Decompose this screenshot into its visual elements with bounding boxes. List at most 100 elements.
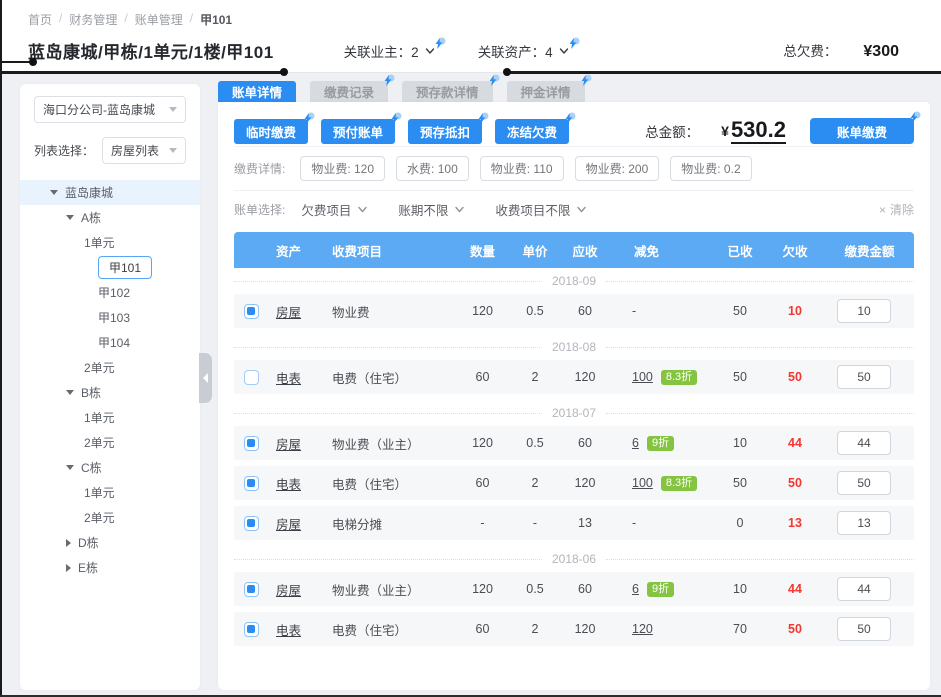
- row-checkbox-checked[interactable]: [244, 622, 259, 637]
- deduction-value[interactable]: 100: [632, 476, 653, 490]
- tab-账单详情[interactable]: 账单详情: [218, 81, 296, 102]
- tab-预存款详情[interactable]: 预存款详情: [402, 81, 493, 102]
- filter-dropdown-欠费项目[interactable]: 欠费项目: [301, 200, 368, 219]
- row-checkbox-checked[interactable]: [244, 516, 259, 531]
- sidebar-tree-item-2单元[interactable]: 2单元: [20, 505, 200, 530]
- asset-link[interactable]: 电表: [276, 478, 301, 492]
- arrears: 50: [765, 370, 825, 384]
- tab-押金详情[interactable]: 押金详情: [507, 81, 585, 102]
- tree-item-label: A栋: [81, 209, 101, 226]
- related-asset-toggle[interactable]: 关联资产：4: [478, 41, 570, 61]
- asset-link[interactable]: 房屋: [276, 518, 301, 532]
- row-checkbox-unchecked[interactable]: [244, 370, 259, 385]
- arrears: 50: [765, 622, 825, 636]
- sidebar-tree-item-甲102[interactable]: 甲102: [20, 280, 200, 305]
- chevron-down-icon: [169, 148, 177, 153]
- asset-link[interactable]: 电表: [276, 372, 301, 386]
- payment-amount-input[interactable]: [837, 365, 891, 389]
- sidebar-tree-item-甲104[interactable]: 甲104: [20, 330, 200, 355]
- sidebar-tree-item-甲103[interactable]: 甲103: [20, 305, 200, 330]
- quantity: 120: [455, 582, 510, 596]
- sidebar-tree-item-1单元[interactable]: 1单元: [20, 480, 200, 505]
- deduction-value[interactable]: 6: [632, 582, 639, 596]
- chevron-down-icon: [454, 204, 465, 215]
- sidebar-tree-item-蓝岛康城[interactable]: 蓝岛康城: [20, 180, 200, 205]
- row-checkbox-checked[interactable]: [244, 476, 259, 491]
- filter-dropdown-收费项目不限[interactable]: 收费项目不限: [495, 200, 587, 219]
- breadcrumb: 首页/财务管理/账单管理/甲101: [28, 11, 232, 28]
- action-button-预存抵扣[interactable]: 预存抵扣: [408, 119, 482, 144]
- sidebar-tree-item-2单元[interactable]: 2单元: [20, 355, 200, 380]
- tab-缴费记录[interactable]: 缴费记录: [310, 81, 388, 102]
- row-checkbox-checked[interactable]: [244, 304, 259, 319]
- asset-link[interactable]: 房屋: [276, 584, 301, 598]
- pay-bill-button[interactable]: 账单缴费: [810, 118, 914, 144]
- company-select[interactable]: 海口分公司-蓝岛康城: [34, 96, 186, 123]
- fee-item: 电费（住宅）: [318, 620, 455, 639]
- billing-period-label: 2018-08: [552, 340, 596, 354]
- payment-detail-chip: 物业费: 0.2: [670, 156, 751, 181]
- related-owner-toggle[interactable]: 关联业主：2: [344, 41, 436, 61]
- sidebar-tree-item-甲101[interactable]: 甲101: [20, 255, 200, 280]
- sidebar-tree-item-C栋[interactable]: C栋: [20, 455, 200, 480]
- sidebar-tree-item-1单元[interactable]: 1单元: [20, 230, 200, 255]
- payment-details-row: 缴费详情: 物业费: 120水费: 100物业费: 110物业费: 200物业费…: [234, 146, 914, 191]
- unit-price: 2: [510, 622, 560, 636]
- action-button-临时缴费[interactable]: 临时缴费: [234, 119, 308, 144]
- breadcrumb-separator: /: [59, 11, 62, 28]
- action-button-冻结欠费[interactable]: 冻结欠费: [495, 119, 569, 144]
- tree-item-label: 2单元: [84, 434, 115, 451]
- column-header-应收: 应收: [560, 241, 610, 260]
- sidebar-collapse-handle[interactable]: [199, 353, 212, 403]
- breadcrumb-item[interactable]: 账单管理: [135, 11, 183, 28]
- row-checkbox-checked[interactable]: [244, 582, 259, 597]
- unit-price: 2: [510, 476, 560, 490]
- sidebar-tree-item-A栋[interactable]: A栋: [20, 205, 200, 230]
- sidebar-tree-item-D栋[interactable]: D栋: [20, 530, 200, 555]
- payment-amount-input[interactable]: [837, 299, 891, 323]
- action-button-预付账单[interactable]: 预付账单: [321, 119, 395, 144]
- received: 50: [715, 370, 765, 384]
- asset-link[interactable]: 电表: [276, 624, 301, 638]
- tree-caret-icon: [66, 564, 71, 572]
- deduction-value[interactable]: 120: [632, 622, 653, 636]
- sidebar-tree-item-B栋[interactable]: B栋: [20, 380, 200, 405]
- quantity: 120: [455, 436, 510, 450]
- payment-amount-input[interactable]: [837, 471, 891, 495]
- list-type-select-value: 房屋列表: [111, 142, 165, 159]
- breadcrumb-item[interactable]: 财务管理: [69, 11, 117, 28]
- discount-badge: 8.3折: [661, 476, 697, 491]
- deduction-value[interactable]: 6: [632, 436, 639, 450]
- tree-caret-icon: [66, 539, 71, 547]
- clear-filters-button[interactable]: × 清除: [879, 201, 914, 218]
- deduction-value[interactable]: 100: [632, 370, 653, 384]
- spark-icon: [302, 112, 315, 125]
- asset-link[interactable]: 房屋: [276, 438, 301, 452]
- column-header-单价: 单价: [510, 241, 560, 260]
- payment-amount-input[interactable]: [837, 431, 891, 455]
- received: 0: [715, 516, 765, 530]
- breadcrumb-item[interactable]: 首页: [28, 11, 52, 28]
- billing-period-divider: 2018-07: [234, 400, 914, 426]
- arrears: 13: [765, 516, 825, 530]
- table-header: 资产收费项目数量单价应收减免已收欠收缴费金额: [234, 232, 914, 268]
- filter-dropdown-账期不限[interactable]: 账期不限: [398, 200, 465, 219]
- sidebar-tree-item-1单元[interactable]: 1单元: [20, 405, 200, 430]
- deduction-cell: 69折: [610, 582, 715, 597]
- total-arrears-value: ¥300: [863, 43, 899, 61]
- sidebar-tree-item-2单元[interactable]: 2单元: [20, 430, 200, 455]
- asset-link[interactable]: 房屋: [276, 306, 301, 320]
- column-header-资产: 资产: [268, 241, 318, 260]
- annotation-line: [507, 71, 941, 74]
- tree-item-label: 甲101: [98, 256, 152, 279]
- payment-amount-input[interactable]: [837, 617, 891, 641]
- list-type-select[interactable]: 房屋列表: [102, 137, 186, 164]
- payment-amount-input[interactable]: [837, 577, 891, 601]
- received: 70: [715, 622, 765, 636]
- row-checkbox-checked[interactable]: [244, 436, 259, 451]
- billing-period-divider: 2018-06: [234, 546, 914, 572]
- payment-detail-chip: 物业费: 120: [300, 156, 385, 181]
- total-amount-label: 总金额：: [645, 121, 699, 141]
- payment-amount-input[interactable]: [837, 511, 891, 535]
- sidebar-tree-item-E栋[interactable]: E栋: [20, 555, 200, 580]
